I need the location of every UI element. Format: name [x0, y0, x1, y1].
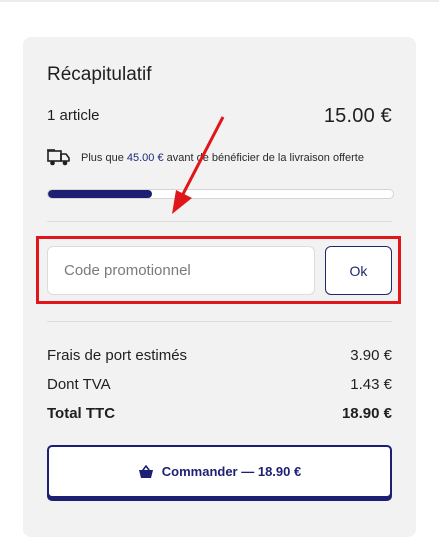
total-value: 18.90 € [341, 405, 392, 422]
checkout-button[interactable]: Commander — 18.90 € [47, 445, 392, 498]
remaining-amount: 45.00 € [126, 152, 164, 164]
progress-fill [48, 190, 152, 198]
article-count: 1 article [47, 107, 100, 124]
tva-row: Dont TVA 1.43 € [47, 376, 392, 396]
free-shipping-progress-bar [47, 189, 394, 199]
divider [47, 321, 392, 322]
order-summary-card: Récapitulatif 1 article 15.00 € Plus que… [23, 37, 416, 537]
shipping-cost-row: Frais de port estimés 3.90 € [47, 347, 392, 367]
checkout-label: Commander — 18.90 € [161, 464, 302, 479]
truck-icon [47, 149, 70, 166]
total-label: Total TTC [47, 405, 116, 422]
shipping-cost-value: 3.90 € [350, 347, 392, 364]
tva-label: Dont TVA [47, 376, 111, 393]
shipping-cost-label: Frais de port estimés [47, 347, 188, 364]
free-shipping-notice: Plus que 45.00 € avant de bénéficier de … [47, 148, 392, 170]
article-price: 15.00 € [323, 105, 392, 127]
free-shipping-text: Plus que 45.00 € avant de bénéficier de … [81, 152, 364, 164]
divider [47, 221, 392, 222]
apply-promo-button[interactable]: Ok [325, 246, 392, 295]
total-row: Total TTC 18.90 € [47, 405, 392, 425]
promo-code-input[interactable] [47, 246, 315, 295]
basket-icon [138, 464, 153, 478]
summary-title: Récapitulatif [47, 64, 152, 85]
top-divider [0, 0, 439, 2]
tva-value: 1.43 € [350, 376, 392, 393]
